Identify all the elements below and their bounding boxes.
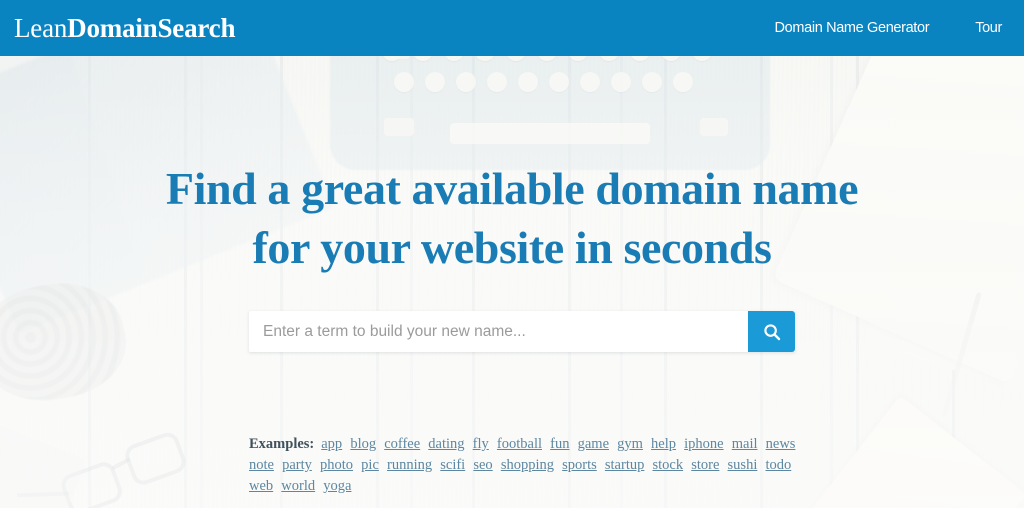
example-link-news[interactable]: news — [766, 436, 796, 452]
example-link-gym[interactable]: gym — [617, 436, 643, 452]
example-link-blog[interactable]: blog — [350, 436, 376, 452]
example-link-sushi[interactable]: sushi — [728, 457, 758, 473]
page-root: LeanDomainSearch Domain Name Generator T… — [0, 0, 1024, 508]
example-link-todo[interactable]: todo — [765, 457, 791, 473]
headline-line-2: for your website in seconds — [252, 221, 772, 273]
search-button[interactable] — [748, 311, 795, 352]
example-link-yoga[interactable]: yoga — [323, 478, 351, 494]
example-link-photo[interactable]: photo — [320, 457, 353, 473]
headline-line-1: Find a great available domain name — [165, 163, 859, 214]
nav-domain-name-generator[interactable]: Domain Name Generator — [775, 20, 930, 36]
example-link-stock[interactable]: stock — [652, 457, 683, 473]
example-link-help[interactable]: help — [651, 436, 676, 452]
examples-link-list: app blog coffee dating fly football fun … — [249, 436, 800, 494]
example-link-note[interactable]: note — [249, 457, 274, 473]
site-header: LeanDomainSearch Domain Name Generator T… — [0, 0, 1024, 56]
logo-part-lean: Lean — [14, 12, 68, 43]
site-logo[interactable]: LeanDomainSearch — [14, 12, 236, 43]
nav-tour[interactable]: Tour — [975, 20, 1002, 36]
main-navigation: Domain Name Generator Tour — [775, 20, 1003, 36]
example-link-web[interactable]: web — [249, 478, 273, 494]
hero-section: Find a great available domain name for y… — [0, 56, 1024, 508]
example-link-mail[interactable]: mail — [732, 436, 758, 452]
example-link-pic[interactable]: pic — [361, 457, 379, 473]
examples-label: Examples: — [249, 436, 315, 452]
example-link-startup[interactable]: startup — [605, 457, 644, 473]
example-link-scifi[interactable]: scifi — [440, 457, 465, 473]
page-title: Find a great available domain name for y… — [0, 160, 1024, 278]
example-link-dating[interactable]: dating — [428, 436, 464, 452]
example-link-running[interactable]: running — [387, 457, 432, 473]
search-icon — [763, 323, 781, 341]
example-link-party[interactable]: party — [282, 457, 312, 473]
example-link-fun[interactable]: fun — [550, 436, 569, 452]
example-link-shopping[interactable]: shopping — [501, 457, 554, 473]
logo-part-domainsearch: DomainSearch — [67, 12, 236, 43]
example-link-sports[interactable]: sports — [562, 457, 597, 473]
example-link-fly[interactable]: fly — [473, 436, 489, 452]
example-link-world[interactable]: world — [281, 478, 315, 494]
example-link-store[interactable]: store — [691, 457, 719, 473]
example-link-game[interactable]: game — [578, 436, 609, 452]
example-link-app[interactable]: app — [321, 436, 342, 452]
example-link-seo[interactable]: seo — [473, 457, 492, 473]
search-bar — [249, 311, 795, 352]
example-link-football[interactable]: football — [497, 436, 542, 452]
examples-section: Examples: app blog coffee dating fly foot… — [249, 434, 809, 497]
search-input[interactable] — [249, 311, 748, 352]
example-link-iphone[interactable]: iphone — [684, 436, 723, 452]
example-link-coffee[interactable]: coffee — [384, 436, 420, 452]
